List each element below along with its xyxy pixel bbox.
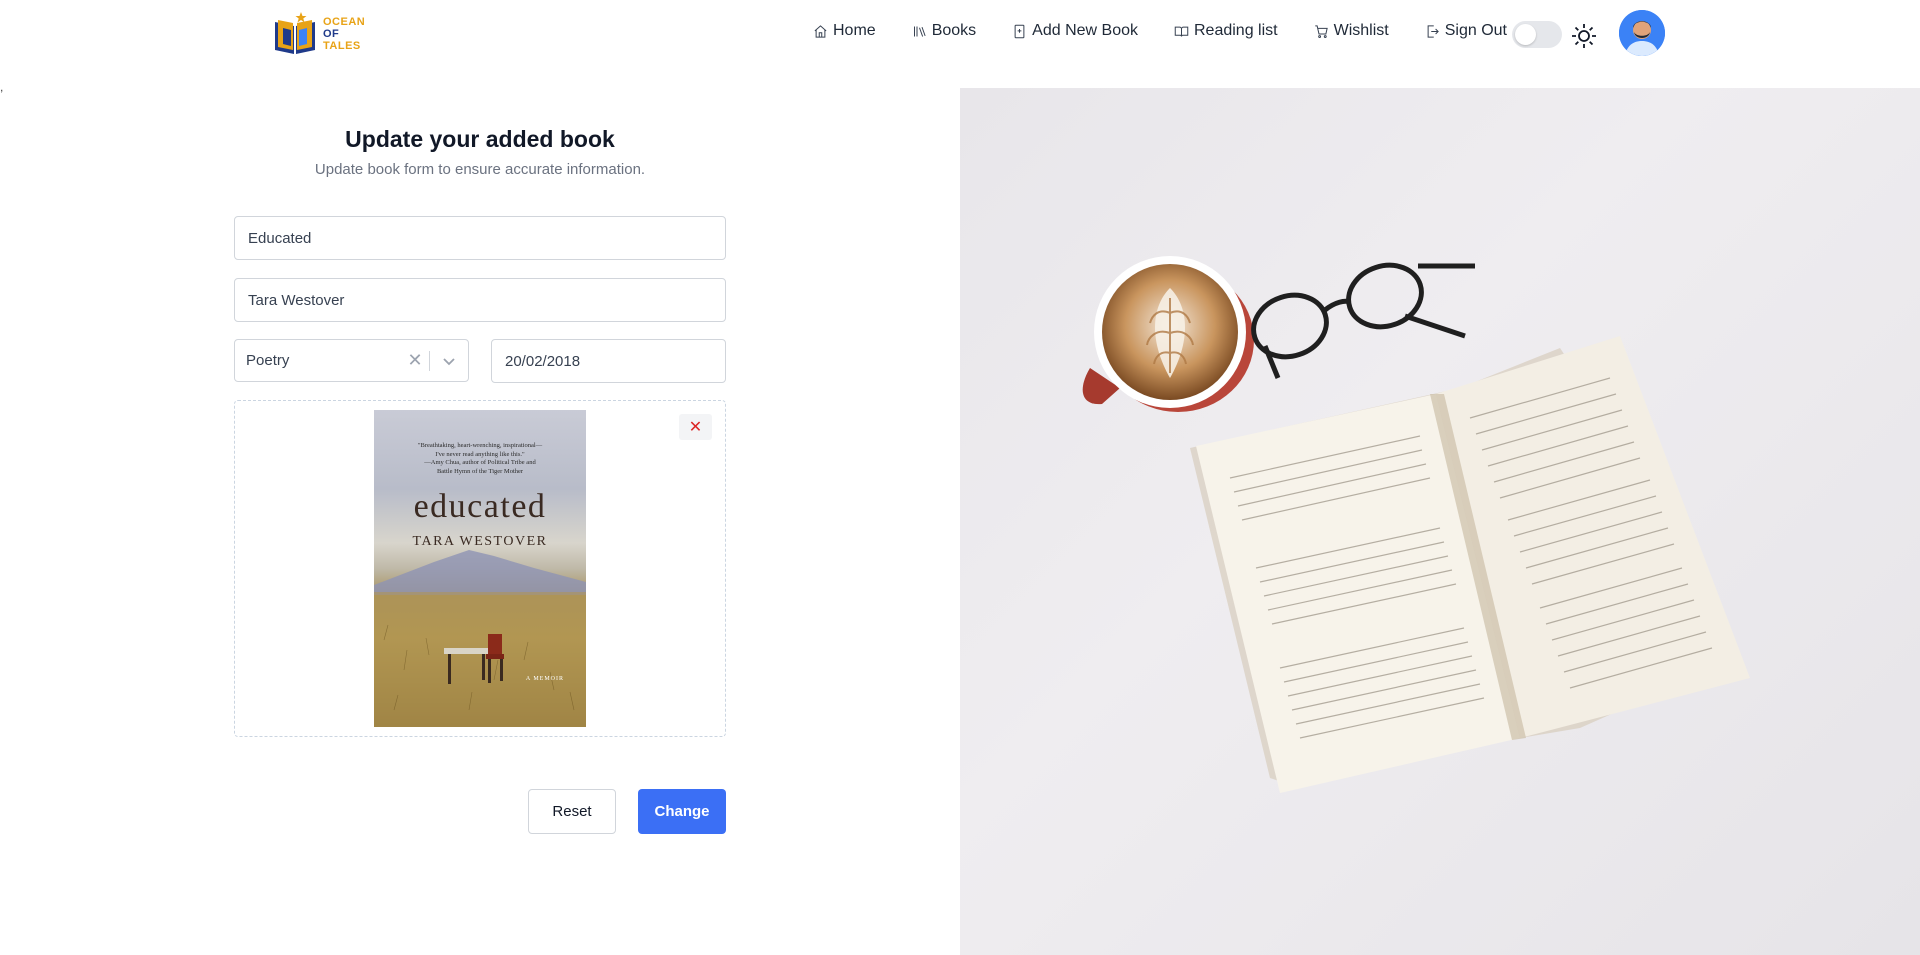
- stray-mark: ,: [0, 80, 4, 94]
- nav-books[interactable]: Books: [912, 22, 976, 40]
- nav-home[interactable]: Home: [813, 22, 876, 40]
- theme-toggle[interactable]: [1512, 21, 1562, 48]
- chevron-down-icon[interactable]: [430, 354, 468, 368]
- book-title-input[interactable]: Educated: [234, 216, 726, 260]
- toggle-knob: [1515, 24, 1536, 45]
- cover-quote: "Breathtaking, heart-wrenching, inspirat…: [417, 442, 543, 475]
- logo[interactable]: OCEAN OF TALES: [271, 10, 365, 58]
- main-nav: Home Books Add New Book Reading list Wis…: [813, 22, 1523, 40]
- nav-add-new-book[interactable]: Add New Book: [1012, 22, 1138, 40]
- page-title: Update your added book: [345, 126, 615, 152]
- genre-value: Poetry: [246, 352, 290, 369]
- nav-reading-list[interactable]: Reading list: [1174, 22, 1278, 40]
- reading-list-icon: [1174, 26, 1189, 37]
- sun-icon[interactable]: [1570, 22, 1598, 50]
- cart-icon: [1314, 24, 1328, 38]
- cover-author: TARA WESTOVER: [412, 534, 548, 549]
- page-subtitle: Update book form to ensure accurate info…: [314, 161, 646, 178]
- clear-icon[interactable]: ✕: [401, 350, 429, 371]
- avatar[interactable]: [1619, 10, 1665, 56]
- genre-select[interactable]: Poetry ✕: [234, 339, 469, 382]
- cover-subtitle: A MEMOIR: [525, 676, 564, 682]
- publish-date-input[interactable]: 20/02/2018: [491, 339, 726, 383]
- logo-text: OCEAN OF TALES: [323, 16, 366, 52]
- add-book-icon: [1014, 24, 1025, 38]
- navbar: OCEAN OF TALES Home Books Add New Book R…: [0, 0, 1920, 72]
- remove-cover-button[interactable]: ✕: [679, 414, 712, 440]
- books-icon: [913, 26, 926, 37]
- nav-wishlist[interactable]: Wishlist: [1314, 22, 1389, 40]
- nav-sign-out[interactable]: Sign Out: [1425, 22, 1507, 40]
- reset-button[interactable]: Reset: [528, 789, 616, 834]
- change-button[interactable]: Change: [638, 789, 726, 834]
- author-input[interactable]: Tara Westover: [234, 278, 726, 322]
- hero-photo: [960, 88, 1920, 955]
- home-icon: [814, 24, 827, 38]
- book-cover-image: "Breathtaking, heart-wrenching, inspirat…: [374, 410, 586, 727]
- cover-title: educated: [413, 488, 547, 525]
- close-icon: ✕: [688, 419, 703, 436]
- book-logo-icon: [271, 10, 319, 58]
- sign-out-icon: [1427, 24, 1439, 38]
- update-book-form: Update your added book Update book form …: [234, 120, 726, 834]
- cover-upload-zone[interactable]: "Breathtaking, heart-wrenching, inspirat…: [234, 400, 726, 737]
